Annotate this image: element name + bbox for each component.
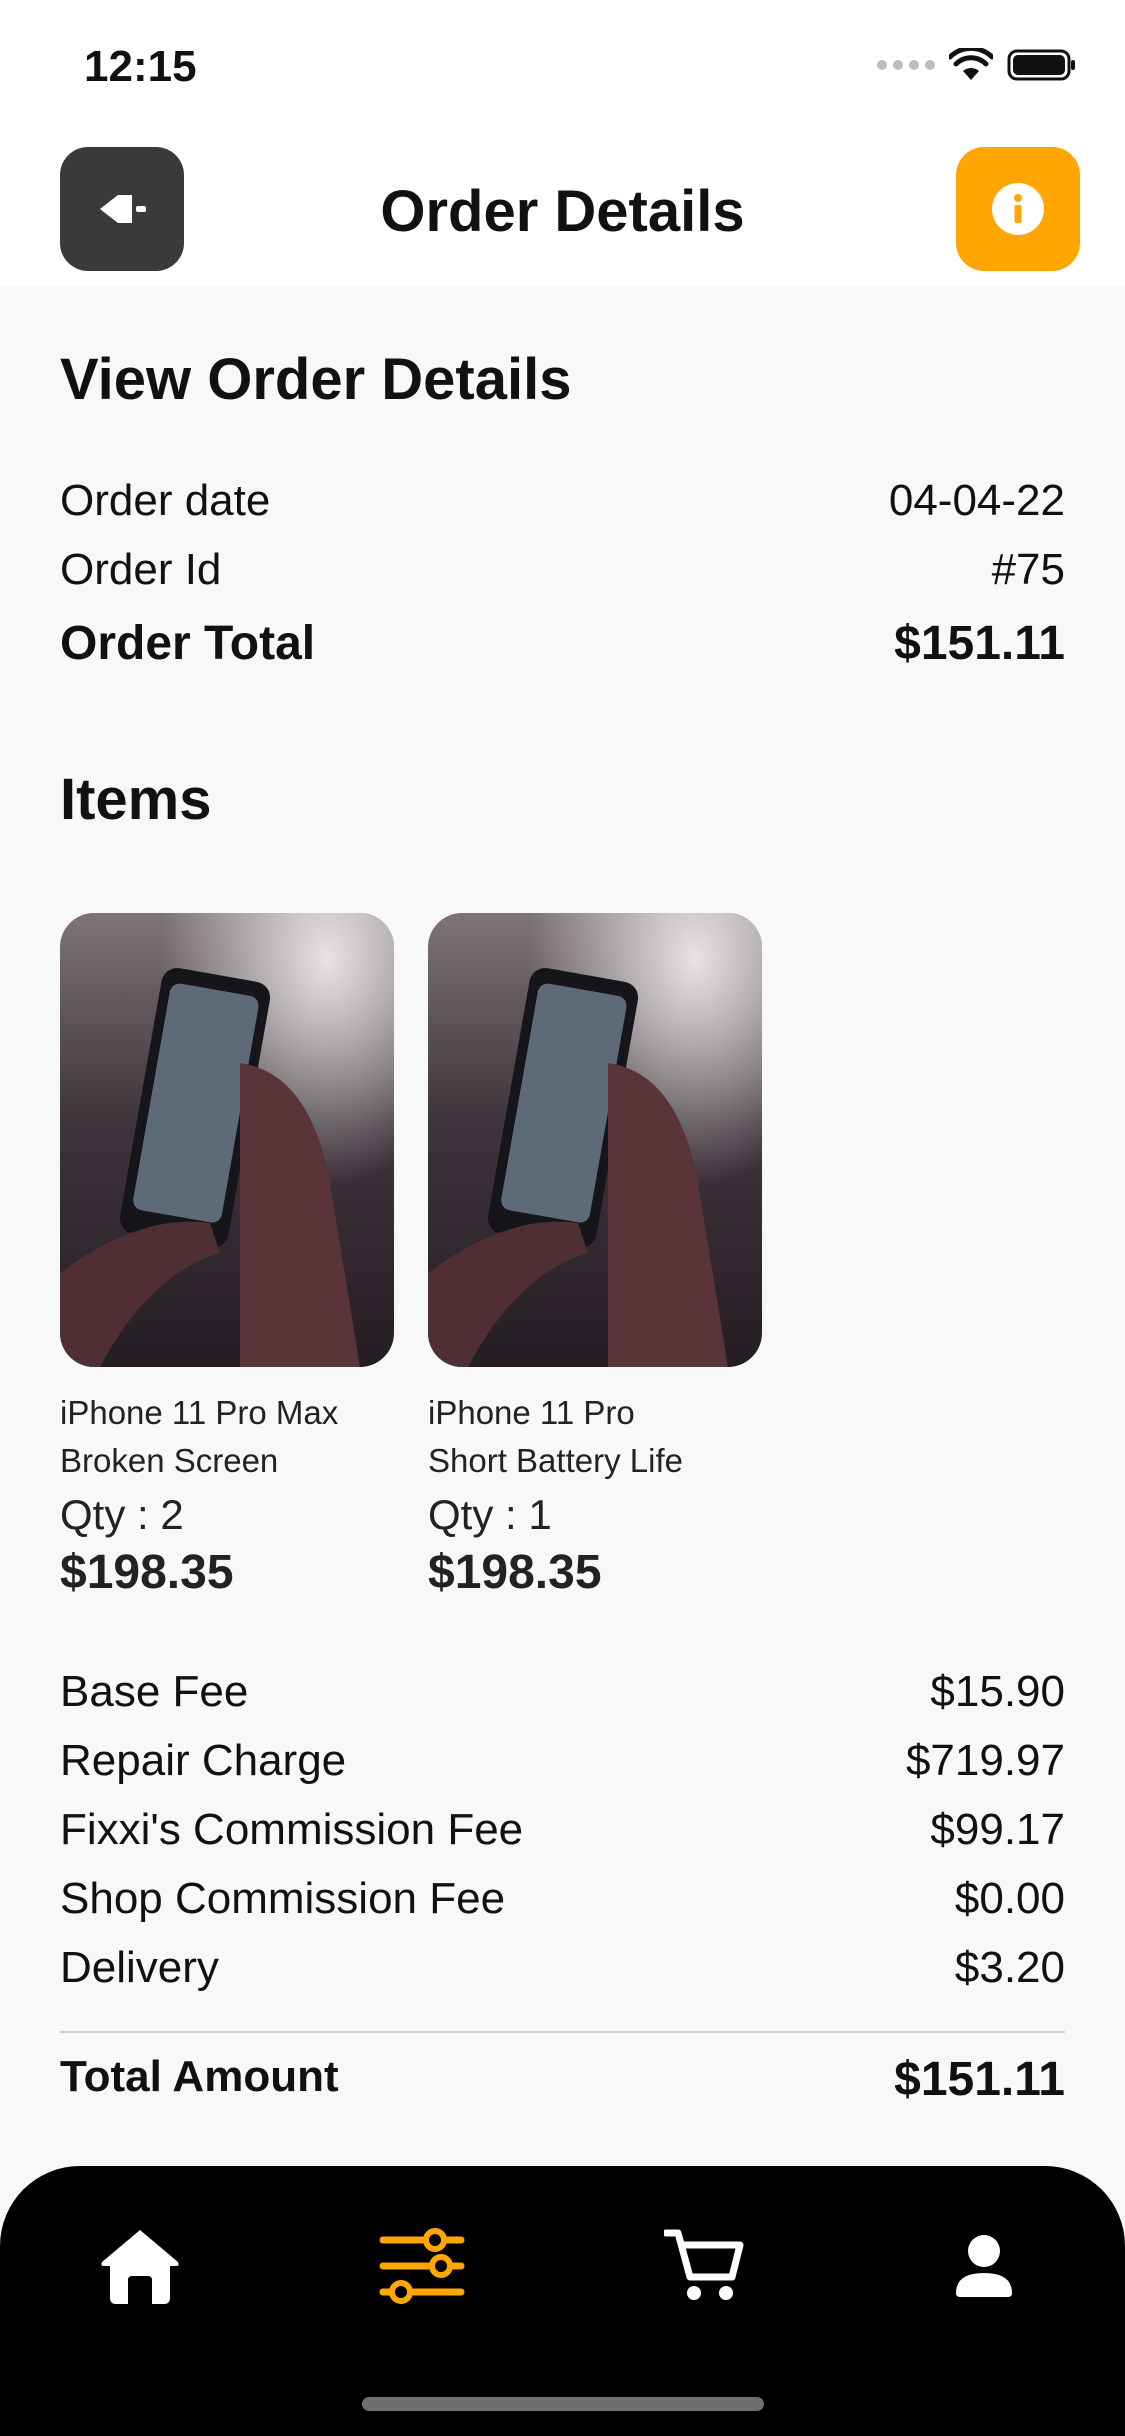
- fee-row: Shop Commission Fee $0.00: [60, 1864, 1065, 1933]
- item-price: $198.35: [428, 1546, 602, 1599]
- bottom-nav: [0, 2166, 1125, 2436]
- order-date-label: Order date: [60, 476, 271, 525]
- fee-label: Base Fee: [60, 1667, 249, 1716]
- cellular-signal-icon: [877, 60, 935, 70]
- fee-row: Delivery $3.20: [60, 1933, 1065, 2002]
- nav-profile[interactable]: [934, 2216, 1034, 2316]
- item-name-line1: iPhone 11 Pro: [428, 1394, 635, 1431]
- wifi-icon: [949, 48, 993, 80]
- total-amount-label: Total Amount: [60, 2052, 339, 2101]
- order-date-value: 04-04-22: [888, 476, 1065, 525]
- profile-icon: [956, 2235, 1012, 2297]
- item-image: [428, 913, 762, 1367]
- battery-icon: [1007, 49, 1075, 81]
- items-list: iPhone 11 Pro Max Broken Screen Qty : 2 …: [60, 913, 762, 1600]
- item-name: iPhone 11 Pro Short Battery Life: [428, 1389, 762, 1485]
- items-title: Items: [60, 767, 212, 832]
- item-card[interactable]: iPhone 11 Pro Max Broken Screen Qty : 2 …: [60, 913, 394, 1600]
- order-id-value: #75: [991, 545, 1065, 594]
- order-total-value: $151.11: [894, 617, 1065, 670]
- item-name-line2: Short Battery Life: [428, 1442, 683, 1479]
- fee-row: Repair Charge $719.97: [60, 1726, 1065, 1795]
- item-name: iPhone 11 Pro Max Broken Screen: [60, 1389, 394, 1485]
- order-total-row: Order Total $151.11: [60, 616, 1065, 671]
- status-time: 12:15: [84, 42, 197, 91]
- fee-value: $719.97: [905, 1736, 1065, 1785]
- total-amount-row: Total Amount $151.11: [60, 2052, 1065, 2107]
- home-icon: [101, 2230, 179, 2304]
- info-icon: [992, 183, 1044, 235]
- fee-value: $15.90: [930, 1667, 1065, 1716]
- fee-label: Delivery: [60, 1943, 219, 1992]
- item-card[interactable]: iPhone 11 Pro Short Battery Life Qty : 1…: [428, 913, 762, 1600]
- item-price: $198.35: [60, 1546, 234, 1599]
- cart-icon: [664, 2229, 744, 2300]
- fee-label: Fixxi's Commission Fee: [60, 1805, 524, 1854]
- item-image: [60, 913, 394, 1367]
- order-id-label: Order Id: [60, 545, 222, 594]
- fee-row: Base Fee $15.90: [60, 1657, 1065, 1726]
- status-icons: [877, 48, 1077, 82]
- fee-row: Fixxi's Commission Fee $99.17: [60, 1795, 1065, 1864]
- nav-cart[interactable]: [654, 2216, 754, 2316]
- app-header: Order Details: [0, 140, 1125, 286]
- home-indicator: [362, 2397, 764, 2411]
- filters-icon: [379, 2228, 465, 2304]
- fee-value: $0.00: [954, 1874, 1065, 1923]
- fee-value: $3.20: [954, 1943, 1065, 1992]
- fee-label: Repair Charge: [60, 1736, 347, 1785]
- item-qty: Qty : 2: [60, 1491, 184, 1538]
- info-button[interactable]: [956, 147, 1080, 271]
- order-total-label: Order Total: [60, 617, 316, 670]
- fees-list: Base Fee $15.90 Repair Charge $719.97 Fi…: [60, 1657, 1065, 2002]
- item-qty: Qty : 1: [428, 1491, 552, 1538]
- item-name-line1: iPhone 11 Pro Max: [60, 1394, 339, 1431]
- nav-home[interactable]: [90, 2216, 190, 2316]
- total-amount-value: $151.11: [894, 2053, 1065, 2106]
- summary-title: View Order Details: [60, 347, 572, 412]
- fee-label: Shop Commission Fee: [60, 1874, 506, 1923]
- item-name-line2: Broken Screen: [60, 1442, 279, 1479]
- fee-value: $99.17: [930, 1805, 1065, 1854]
- order-date-row: Order date 04-04-22: [60, 476, 1065, 526]
- divider: [60, 2031, 1065, 2033]
- order-id-row: Order Id #75: [60, 545, 1065, 595]
- status-bar: 12:15: [0, 0, 1125, 140]
- nav-filters[interactable]: [372, 2216, 472, 2316]
